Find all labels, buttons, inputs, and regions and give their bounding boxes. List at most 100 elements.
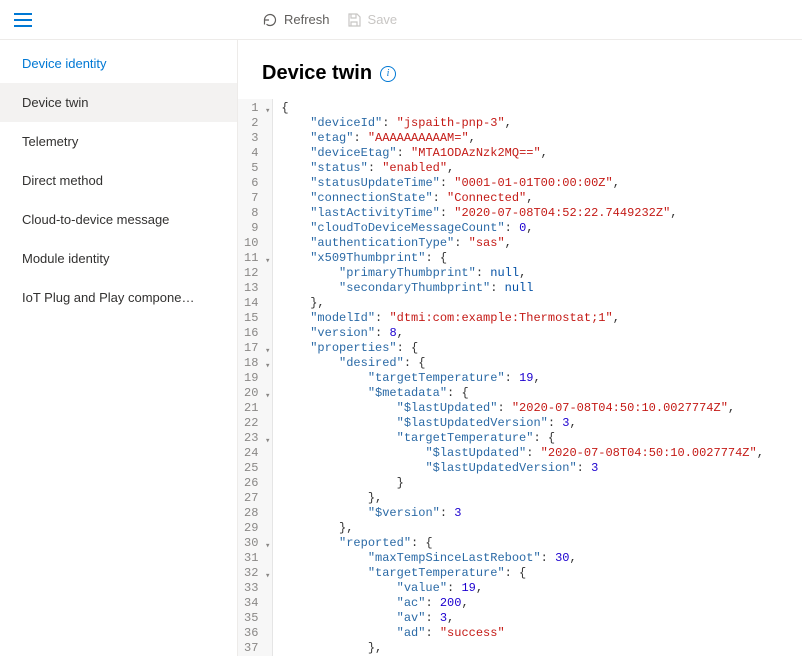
gutter-line: 37 bbox=[238, 641, 272, 656]
gutter-line: 9 bbox=[238, 221, 272, 236]
code-line[interactable]: "targetTemperature": 19, bbox=[281, 371, 764, 386]
code-line[interactable]: "properties": { bbox=[281, 341, 764, 356]
save-label: Save bbox=[368, 12, 398, 27]
layout: Device identityDevice twinTelemetryDirec… bbox=[0, 40, 802, 656]
gutter-line: 14 bbox=[238, 296, 272, 311]
main: Device twin i 1▾234567891011▾12131415161… bbox=[238, 40, 802, 656]
sidebar-item-1[interactable]: Device twin bbox=[0, 83, 237, 122]
gutter-line: 22 bbox=[238, 416, 272, 431]
gutter-line: 25 bbox=[238, 461, 272, 476]
gutter-line: 4 bbox=[238, 146, 272, 161]
gutter-line: 32▾ bbox=[238, 566, 272, 581]
code-line[interactable]: "targetTemperature": { bbox=[281, 566, 764, 581]
code-line[interactable]: "statusUpdateTime": "0001-01-01T00:00:00… bbox=[281, 176, 764, 191]
gutter-line: 18▾ bbox=[238, 356, 272, 371]
hamburger-icon[interactable] bbox=[14, 13, 32, 27]
save-button: Save bbox=[346, 12, 398, 28]
sidebar: Device identityDevice twinTelemetryDirec… bbox=[0, 40, 238, 656]
code-line[interactable]: }, bbox=[281, 491, 764, 506]
gutter-line: 2 bbox=[238, 116, 272, 131]
hamburger-cell bbox=[0, 0, 238, 39]
code-line[interactable]: "status": "enabled", bbox=[281, 161, 764, 176]
code-line[interactable]: "$lastUpdatedVersion": 3 bbox=[281, 461, 764, 476]
code-line[interactable]: "lastActivityTime": "2020-07-08T04:52:22… bbox=[281, 206, 764, 221]
gutter-line: 26 bbox=[238, 476, 272, 491]
code-line[interactable]: "maxTempSinceLastReboot": 30, bbox=[281, 551, 764, 566]
json-editor[interactable]: 1▾234567891011▾121314151617▾18▾1920▾2122… bbox=[238, 99, 802, 656]
gutter-line: 3 bbox=[238, 131, 272, 146]
editor-code[interactable]: { "deviceId": "jspaith-pnp-3", "etag": "… bbox=[273, 99, 764, 656]
gutter-line: 5 bbox=[238, 161, 272, 176]
code-line[interactable]: { bbox=[281, 101, 764, 116]
code-line[interactable]: "authenticationType": "sas", bbox=[281, 236, 764, 251]
code-line[interactable]: "ac": 200, bbox=[281, 596, 764, 611]
code-line[interactable]: "deviceId": "jspaith-pnp-3", bbox=[281, 116, 764, 131]
gutter-line: 17▾ bbox=[238, 341, 272, 356]
gutter-line: 19 bbox=[238, 371, 272, 386]
code-line[interactable]: "primaryThumbprint": null, bbox=[281, 266, 764, 281]
info-icon[interactable]: i bbox=[380, 66, 396, 82]
gutter-line: 6 bbox=[238, 176, 272, 191]
code-line[interactable]: "value": 19, bbox=[281, 581, 764, 596]
code-line[interactable]: "version": 8, bbox=[281, 326, 764, 341]
code-line[interactable]: }, bbox=[281, 641, 764, 656]
code-line[interactable]: "connectionState": "Connected", bbox=[281, 191, 764, 206]
code-line[interactable]: "x509Thumbprint": { bbox=[281, 251, 764, 266]
code-line[interactable]: "$version": 3 bbox=[281, 506, 764, 521]
code-line[interactable]: "cloudToDeviceMessageCount": 0, bbox=[281, 221, 764, 236]
code-line[interactable]: "reported": { bbox=[281, 536, 764, 551]
code-line[interactable]: "desired": { bbox=[281, 356, 764, 371]
gutter-line: 29 bbox=[238, 521, 272, 536]
gutter-line: 34 bbox=[238, 596, 272, 611]
gutter-line: 16 bbox=[238, 326, 272, 341]
refresh-button[interactable]: Refresh bbox=[262, 12, 330, 28]
save-icon bbox=[346, 12, 362, 28]
gutter-line: 35 bbox=[238, 611, 272, 626]
refresh-label: Refresh bbox=[284, 12, 330, 27]
sidebar-item-0[interactable]: Device identity bbox=[0, 44, 237, 83]
gutter-line: 28 bbox=[238, 506, 272, 521]
gutter-line: 36 bbox=[238, 626, 272, 641]
gutter-line: 31 bbox=[238, 551, 272, 566]
gutter-line: 15 bbox=[238, 311, 272, 326]
gutter-line: 20▾ bbox=[238, 386, 272, 401]
gutter-line: 10 bbox=[238, 236, 272, 251]
top-bar: Refresh Save bbox=[0, 0, 802, 40]
sidebar-item-6[interactable]: IoT Plug and Play compone… bbox=[0, 278, 237, 317]
gutter-line: 23▾ bbox=[238, 431, 272, 446]
code-line[interactable]: "$lastUpdated": "2020-07-08T04:50:10.002… bbox=[281, 401, 764, 416]
page-title: Device twin bbox=[262, 62, 372, 85]
code-line[interactable]: "$metadata": { bbox=[281, 386, 764, 401]
toolbar: Refresh Save bbox=[238, 0, 802, 39]
refresh-icon bbox=[262, 12, 278, 28]
code-line[interactable]: } bbox=[281, 476, 764, 491]
code-line[interactable]: "deviceEtag": "MTA1ODAzNzk2MQ==", bbox=[281, 146, 764, 161]
gutter-line: 27 bbox=[238, 491, 272, 506]
page-header: Device twin i bbox=[238, 40, 802, 99]
code-line[interactable]: "modelId": "dtmi:com:example:Thermostat;… bbox=[281, 311, 764, 326]
gutter-line: 11▾ bbox=[238, 251, 272, 266]
gutter-line: 13 bbox=[238, 281, 272, 296]
code-line[interactable]: "$lastUpdated": "2020-07-08T04:50:10.002… bbox=[281, 446, 764, 461]
sidebar-item-3[interactable]: Direct method bbox=[0, 161, 237, 200]
sidebar-item-4[interactable]: Cloud-to-device message bbox=[0, 200, 237, 239]
code-line[interactable]: "targetTemperature": { bbox=[281, 431, 764, 446]
gutter-line: 30▾ bbox=[238, 536, 272, 551]
gutter-line: 12 bbox=[238, 266, 272, 281]
code-line[interactable]: }, bbox=[281, 521, 764, 536]
code-line[interactable]: "etag": "AAAAAAAAAAM=", bbox=[281, 131, 764, 146]
gutter-line: 24 bbox=[238, 446, 272, 461]
code-line[interactable]: "ad": "success" bbox=[281, 626, 764, 641]
gutter-line: 7 bbox=[238, 191, 272, 206]
gutter-line: 8 bbox=[238, 206, 272, 221]
code-line[interactable]: "secondaryThumbprint": null bbox=[281, 281, 764, 296]
sidebar-item-2[interactable]: Telemetry bbox=[0, 122, 237, 161]
gutter-line: 21 bbox=[238, 401, 272, 416]
code-line[interactable]: "$lastUpdatedVersion": 3, bbox=[281, 416, 764, 431]
code-line[interactable]: "av": 3, bbox=[281, 611, 764, 626]
gutter-line: 1▾ bbox=[238, 101, 272, 116]
editor-gutter: 1▾234567891011▾121314151617▾18▾1920▾2122… bbox=[238, 99, 273, 656]
gutter-line: 33 bbox=[238, 581, 272, 596]
sidebar-item-5[interactable]: Module identity bbox=[0, 239, 237, 278]
code-line[interactable]: }, bbox=[281, 296, 764, 311]
